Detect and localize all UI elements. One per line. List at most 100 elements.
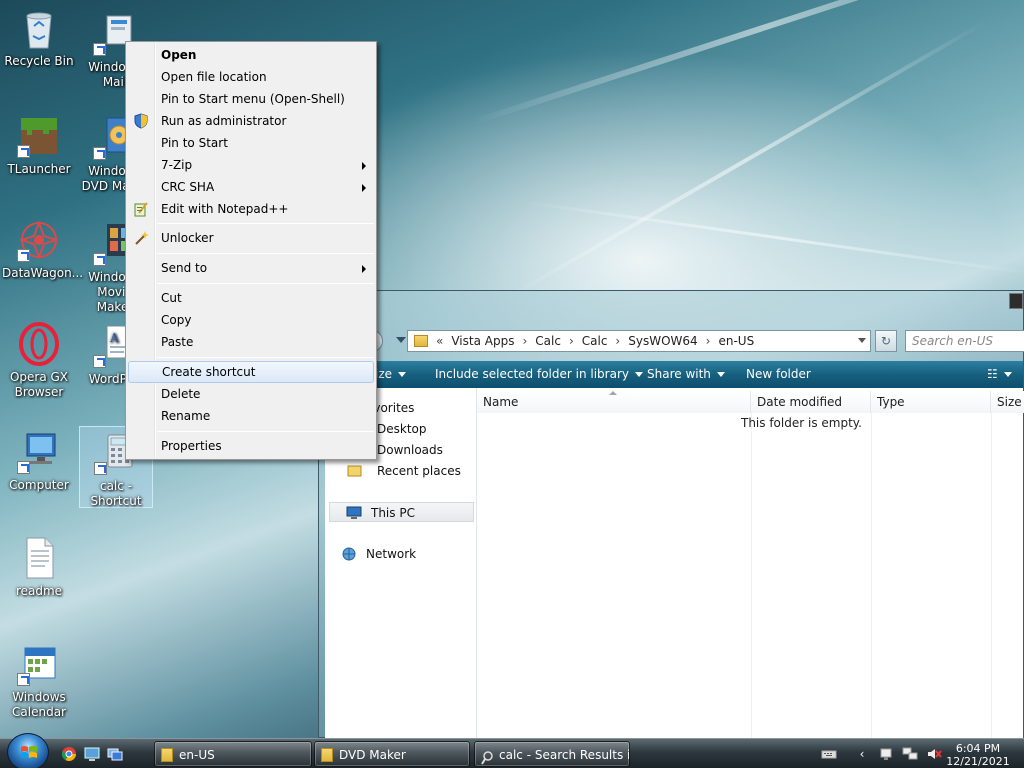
view-options-button[interactable]: ☷ bbox=[987, 367, 1012, 381]
chrome-icon[interactable] bbox=[61, 746, 77, 762]
new-folder-button[interactable]: New folder bbox=[746, 367, 811, 381]
desktop-icon-windows-calendar[interactable]: Windows Calendar bbox=[2, 642, 76, 720]
minimize-button[interactable] bbox=[1009, 293, 1023, 309]
menu-item-open-file-location[interactable]: Open file location bbox=[128, 66, 374, 88]
include-in-library-menu[interactable]: Include selected folder in library bbox=[435, 367, 643, 381]
taskbar-button-label: calc - Search Results in ... bbox=[499, 748, 629, 762]
share-with-menu[interactable]: Share with bbox=[647, 367, 725, 381]
network-icon bbox=[342, 547, 356, 561]
show-hidden-icons-button[interactable]: ‹ bbox=[854, 746, 870, 762]
breadcrumb-chevron-icon[interactable]: › bbox=[569, 334, 574, 348]
column-header-size[interactable]: Size bbox=[991, 391, 1024, 413]
menu-item-cut[interactable]: Cut bbox=[128, 287, 374, 309]
shortcut-arrow-icon bbox=[94, 462, 107, 475]
refresh-button[interactable]: ↻ bbox=[875, 330, 897, 352]
nav-label: This PC bbox=[371, 506, 415, 520]
shortcut-arrow-icon bbox=[93, 43, 106, 56]
empty-folder-message: This folder is empty. bbox=[741, 416, 862, 430]
desktop-icon-tlauncher[interactable]: TLauncher bbox=[2, 114, 76, 177]
breadcrumb-chevron-icon[interactable]: › bbox=[706, 334, 711, 348]
submenu-arrow-icon bbox=[362, 184, 366, 192]
command-bar: ize Include selected folder in library S… bbox=[319, 361, 1023, 388]
column-divider bbox=[751, 413, 752, 738]
notepadpp-icon bbox=[134, 202, 148, 217]
shortcut-arrow-icon bbox=[17, 461, 30, 474]
computer-icon bbox=[346, 506, 362, 519]
taskbar-button-en-us[interactable]: en-US bbox=[154, 741, 312, 767]
keyboard-icon[interactable] bbox=[821, 746, 837, 762]
menu-item-properties[interactable]: Properties bbox=[128, 435, 374, 457]
nav-label: Recent places bbox=[377, 464, 461, 478]
nav-label: Network bbox=[366, 547, 417, 561]
taskbar-button-label: DVD Maker bbox=[339, 748, 406, 762]
explorer-title-bar[interactable] bbox=[319, 291, 1023, 319]
taskbar: en-US DVD Maker calc - Search Results in… bbox=[0, 733, 1024, 768]
breadcrumb-item[interactable]: en-US bbox=[718, 334, 754, 348]
menu-item-pin-start-menu[interactable]: Pin to Start menu (Open-Shell) bbox=[128, 88, 374, 110]
breadcrumb-overflow[interactable]: « bbox=[436, 334, 443, 348]
menu-separator bbox=[157, 223, 374, 224]
recent-pages-dropdown[interactable] bbox=[396, 337, 406, 343]
nav-this-pc[interactable]: This PC bbox=[329, 502, 474, 522]
include-label: Include selected folder in library bbox=[435, 367, 629, 381]
menu-item-7zip[interactable]: 7-Zip bbox=[128, 154, 374, 176]
column-divider bbox=[991, 413, 992, 738]
menu-item-paste[interactable]: Paste bbox=[128, 331, 374, 353]
desktop-icon-readme[interactable]: readme bbox=[2, 536, 76, 599]
file-list[interactable]: Name Date modified Type Size This folder… bbox=[477, 388, 1024, 738]
menu-item-create-shortcut[interactable]: Create shortcut bbox=[128, 361, 374, 383]
menu-item-edit-notepadpp[interactable]: Edit with Notepad++ bbox=[128, 198, 374, 220]
system-clock[interactable]: 6:04 PM 12/21/2021 bbox=[946, 742, 1010, 768]
show-desktop-icon[interactable] bbox=[84, 746, 100, 762]
taskbar-button-label: en-US bbox=[179, 748, 215, 762]
menu-item-delete[interactable]: Delete bbox=[128, 383, 374, 405]
desktop-icon-recycle-bin[interactable]: Recycle Bin bbox=[2, 6, 76, 69]
desktop-icon-opera-gx[interactable]: Opera GX Browser bbox=[2, 322, 76, 400]
column-header-name[interactable]: Name bbox=[477, 391, 751, 413]
chevron-down-icon bbox=[1003, 372, 1012, 377]
start-button[interactable] bbox=[7, 733, 49, 768]
switch-windows-icon[interactable] bbox=[107, 746, 123, 762]
desktop-icon-computer[interactable]: Computer bbox=[2, 430, 76, 493]
column-header-type[interactable]: Type bbox=[871, 391, 991, 413]
column-header-date-modified[interactable]: Date modified bbox=[751, 391, 871, 413]
breadcrumb-chevron-icon[interactable]: › bbox=[615, 334, 620, 348]
volume-muted-icon[interactable] bbox=[926, 746, 942, 762]
nav-recent-places[interactable]: Recent places bbox=[325, 461, 476, 481]
menu-item-open[interactable]: Open bbox=[128, 44, 374, 66]
submenu-arrow-icon bbox=[362, 162, 366, 170]
breadcrumb-chevron-icon[interactable]: › bbox=[522, 334, 527, 348]
windows-logo-icon bbox=[21, 746, 37, 758]
nav-network[interactable]: Network bbox=[325, 544, 476, 564]
address-bar[interactable]: « Vista Apps › Calc › Calc › SysWOW64 › … bbox=[407, 330, 871, 352]
menu-item-crc-sha[interactable]: CRC SHA bbox=[128, 176, 374, 198]
refresh-icon: ↻ bbox=[880, 334, 892, 348]
menu-item-send-to[interactable]: Send to bbox=[128, 257, 374, 279]
breadcrumb-item[interactable]: Vista Apps bbox=[451, 334, 514, 348]
usb-device-icon[interactable] bbox=[878, 746, 894, 762]
clock-time: 6:04 PM bbox=[955, 742, 1001, 755]
magic-wand-icon bbox=[135, 231, 149, 245]
views-icon: ☷ bbox=[987, 367, 998, 381]
menu-item-pin-to-start[interactable]: Pin to Start bbox=[128, 132, 374, 154]
taskbar-button-calc-search[interactable]: calc - Search Results in ... bbox=[474, 741, 630, 767]
breadcrumb-item[interactable]: Calc bbox=[535, 334, 561, 348]
search-input[interactable]: Search en-US bbox=[905, 330, 1024, 352]
breadcrumb-item[interactable]: Calc bbox=[582, 334, 608, 348]
folder-icon bbox=[414, 335, 428, 347]
address-dropdown-icon[interactable] bbox=[858, 338, 866, 343]
menu-item-run-as-admin[interactable]: Run as administrator bbox=[128, 110, 374, 132]
desktop-icon-label: DataWagon... bbox=[2, 266, 84, 280]
organize-menu[interactable]: ize bbox=[375, 367, 407, 381]
menu-item-copy[interactable]: Copy bbox=[128, 309, 374, 331]
menu-item-label: 7-Zip bbox=[161, 158, 193, 172]
network-status-icon[interactable] bbox=[902, 746, 918, 762]
desktop-icon-datawagon[interactable]: DataWagon... bbox=[2, 218, 83, 281]
breadcrumb-item[interactable]: SysWOW64 bbox=[628, 334, 697, 348]
menu-item-unlocker[interactable]: Unlocker bbox=[128, 227, 374, 249]
taskbar-button-dvd-maker[interactable]: DVD Maker bbox=[314, 741, 470, 767]
menu-item-rename[interactable]: Rename bbox=[128, 405, 374, 427]
context-menu: Open Open file location Pin to Start men… bbox=[125, 41, 377, 460]
explorer-window[interactable]: « Vista Apps › Calc › Calc › SysWOW64 › … bbox=[318, 290, 1024, 738]
shortcut-arrow-icon bbox=[17, 145, 30, 158]
